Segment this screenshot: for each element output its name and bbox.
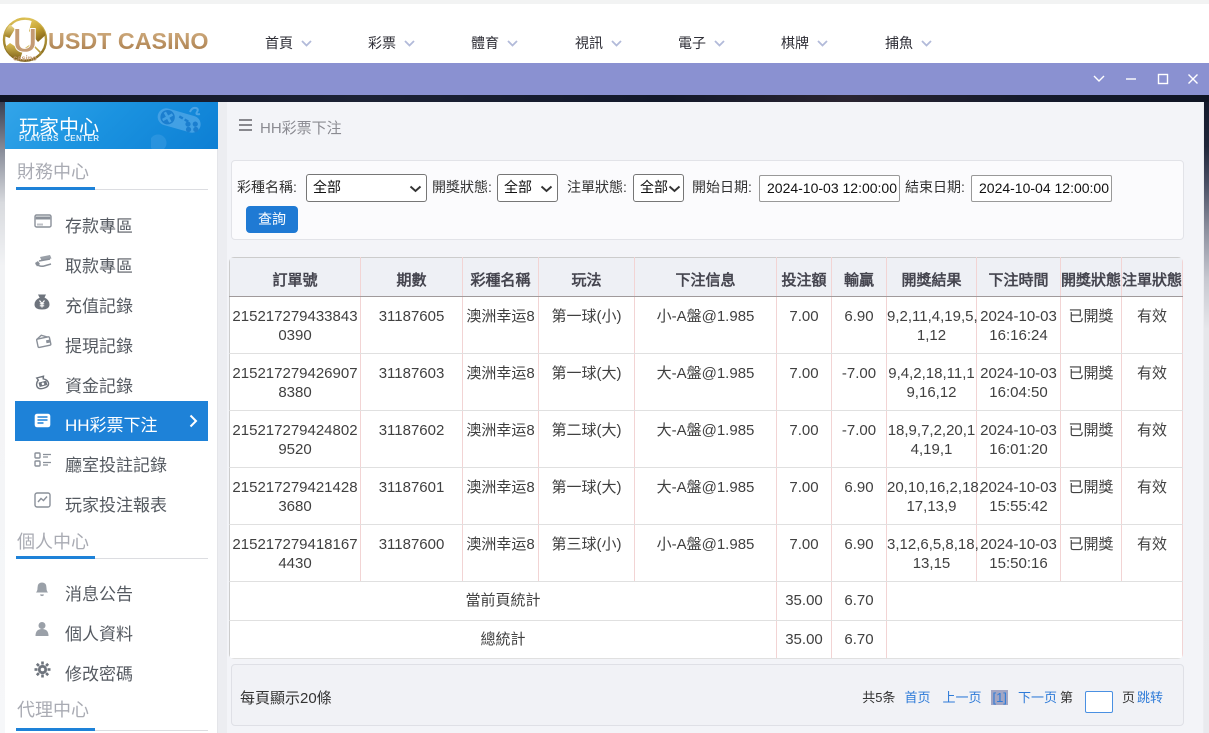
svg-text:casino: casino [13,54,37,63]
